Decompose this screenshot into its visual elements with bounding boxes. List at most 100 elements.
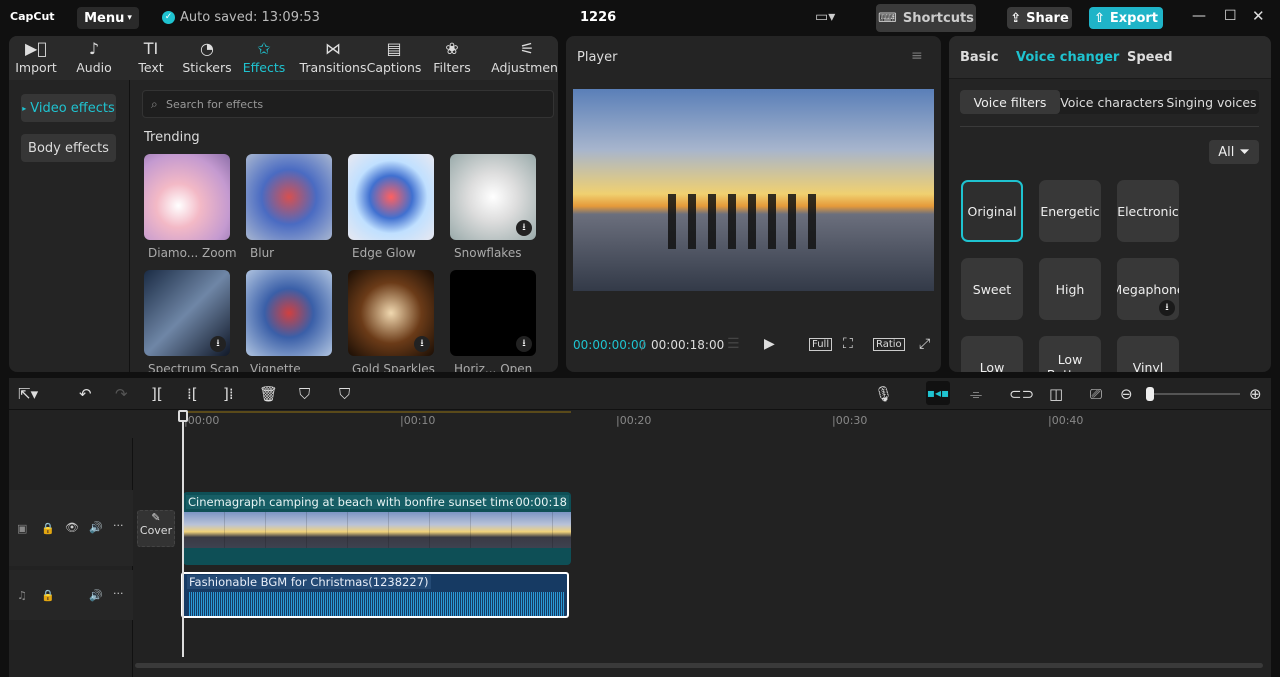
audio-clip[interactable]: Fashionable BGM for Christmas(1238227) [181, 572, 569, 618]
audio-clip-title: Fashionable BGM for Christmas(1238227) [187, 575, 431, 589]
tab-filters[interactable]: ❀ Filters [422, 38, 482, 75]
effect-thumbnail[interactable]: ⭳ [450, 154, 536, 240]
effect-thumbnail[interactable] [348, 154, 434, 240]
close-icon[interactable]: ✕ [1252, 7, 1265, 25]
magnet-icon[interactable]: ▪◂▪ [926, 381, 950, 405]
voice-option[interactable]: Sweet [961, 258, 1023, 320]
voice-option[interactable]: Low Battery [1039, 336, 1101, 372]
tab-transitions[interactable]: ⋈ Transitions [295, 38, 371, 75]
share-button[interactable]: ⇪ Share [1007, 7, 1072, 29]
split-right-icon[interactable]: ]⁞ [223, 385, 234, 403]
cover-button[interactable]: ✎ Cover [137, 510, 175, 547]
voice-label: Megaphone [1117, 281, 1179, 297]
lock-icon[interactable]: 🔒 [41, 522, 55, 535]
download-icon[interactable]: ⭳ [210, 336, 226, 352]
menu-icon[interactable]: ≡ [911, 48, 923, 64]
preview-axis-icon[interactable]: ⎚ [1090, 385, 1102, 403]
full-button[interactable]: Full [809, 338, 833, 351]
play-icon[interactable]: ▶ [764, 336, 775, 352]
tab-import[interactable]: ▶⃞ Import [9, 38, 66, 75]
zoom-fit-icon[interactable]: ⛶ [843, 336, 853, 352]
horizontal-scrollbar[interactable] [135, 663, 1263, 668]
tab-effects[interactable]: ✩ Effects [234, 38, 294, 75]
microphone-icon[interactable]: 🎙 [874, 385, 893, 403]
playhead[interactable] [178, 410, 188, 657]
effect-thumbnail[interactable] [144, 154, 230, 240]
video-clip-duration: 00:00:18 [513, 495, 569, 509]
maximize-icon[interactable]: ☐ [1224, 8, 1237, 24]
total-time: 00:00:18:00 [651, 338, 725, 352]
effect-thumbnail[interactable] [246, 270, 332, 356]
volume-icon[interactable]: 🔊 [89, 589, 103, 602]
split-view-icon[interactable]: ◫ [1049, 385, 1063, 403]
video-preview[interactable] [573, 89, 934, 291]
layout-icon[interactable]: ▭▾ [815, 9, 835, 25]
section-title: Trending [144, 130, 200, 145]
linkage-icon[interactable]: ⌯ [970, 385, 982, 403]
subtab-voice-filters[interactable]: Voice filters [960, 90, 1060, 114]
effect-thumbnail[interactable]: ⭳ [450, 270, 536, 356]
filter-all-button[interactable]: All ⏷ [1209, 140, 1259, 164]
tab-adjustment[interactable]: ⚟ Adjustment [487, 38, 558, 75]
zoom-slider[interactable] [1146, 387, 1240, 401]
keyboard-icon: ⌨ [878, 10, 897, 26]
delete-icon[interactable]: 🗑 [259, 385, 278, 403]
effect-thumbnail[interactable] [246, 154, 332, 240]
download-icon[interactable]: ⭳ [414, 336, 430, 352]
effect-label: Horiz... Open [454, 362, 533, 372]
effect-thumbnail[interactable]: ⭳ [348, 270, 434, 356]
properties-panel: Basic Voice changer Speed Voice filters … [949, 36, 1271, 372]
voice-option[interactable]: High [1039, 258, 1101, 320]
effect-thumbnail[interactable]: ⭳ [144, 270, 230, 356]
lock-icon[interactable]: 🔒 [41, 589, 55, 602]
export-label: Export [1109, 10, 1159, 26]
tab-label: Stickers [182, 60, 232, 75]
redo-icon[interactable]: ↷ [115, 385, 128, 403]
export-button[interactable]: ⇧ Export [1089, 7, 1163, 29]
search-input[interactable]: ⌕ Search for effects [142, 90, 554, 118]
shortcuts-button[interactable]: ⌨ Shortcuts [876, 4, 976, 32]
sidebar-item-video-effects[interactable]: ▸ Video effects [21, 94, 116, 122]
subtab-voice-characters[interactable]: Voice characters [1060, 90, 1164, 114]
voice-option[interactable]: Low [961, 336, 1023, 372]
tab-text[interactable]: TI Text [121, 38, 181, 75]
undo-icon[interactable]: ↶ [79, 385, 92, 403]
ai-shield-icon[interactable]: ⛉ [299, 385, 310, 403]
menu-button[interactable]: Menu ▾ [77, 7, 139, 29]
eye-icon[interactable]: 👁 [65, 521, 79, 534]
ratio-button[interactable]: Ratio [873, 338, 905, 351]
zoom-in-icon[interactable]: ⊕ [1249, 385, 1262, 403]
more-icon[interactable]: ··· [113, 519, 124, 532]
fullscreen-icon[interactable]: ⤢ [919, 336, 930, 352]
sidebar-item-body-effects[interactable]: Body effects [21, 134, 116, 162]
video-clip[interactable]: Cinemagraph camping at beach with bonfir… [183, 492, 571, 565]
text-icon: TI [143, 39, 159, 58]
voice-option[interactable]: Electronic [1117, 180, 1179, 242]
volume-icon[interactable]: 🔊 [89, 521, 103, 534]
download-icon[interactable]: ⭳ [516, 220, 532, 236]
more-icon[interactable]: ··· [113, 587, 124, 600]
select-tool-icon[interactable]: ⇱▾ [18, 385, 38, 403]
zoom-out-icon[interactable]: ⊖ [1120, 385, 1133, 403]
download-icon[interactable]: ⭳ [516, 336, 532, 352]
link-icon[interactable]: ⊂⊃ [1009, 385, 1034, 403]
waveform-icon[interactable]: ☰ [727, 336, 740, 352]
voice-option[interactable]: Vinyl [1117, 336, 1179, 372]
tab-stickers[interactable]: ◔ Stickers [177, 38, 237, 75]
download-icon[interactable]: ⭳ [1159, 300, 1175, 316]
minimize-icon[interactable]: — [1192, 8, 1206, 24]
voice-option[interactable]: Energetic [1039, 180, 1101, 242]
tab-captions[interactable]: ▤ Captions [364, 38, 424, 75]
tab-voice-changer[interactable]: Voice changer [1016, 50, 1119, 65]
subtab-singing-voices[interactable]: Singing voices [1164, 90, 1259, 114]
tab-speed[interactable]: Speed [1127, 50, 1173, 65]
tab-audio[interactable]: ♪ Audio [64, 38, 124, 75]
split-left-icon[interactable]: ⁞[ [187, 385, 198, 403]
tab-basic[interactable]: Basic [960, 50, 999, 65]
caret-icon: ▸ [22, 103, 27, 113]
split-icon[interactable]: ][ [151, 385, 163, 403]
marker-icon[interactable]: ⛉ [339, 385, 350, 403]
zoom-slider-handle[interactable] [1146, 387, 1154, 401]
voice-option[interactable]: Megaphone ⭳ [1117, 258, 1179, 320]
voice-option[interactable]: Original [961, 180, 1023, 242]
